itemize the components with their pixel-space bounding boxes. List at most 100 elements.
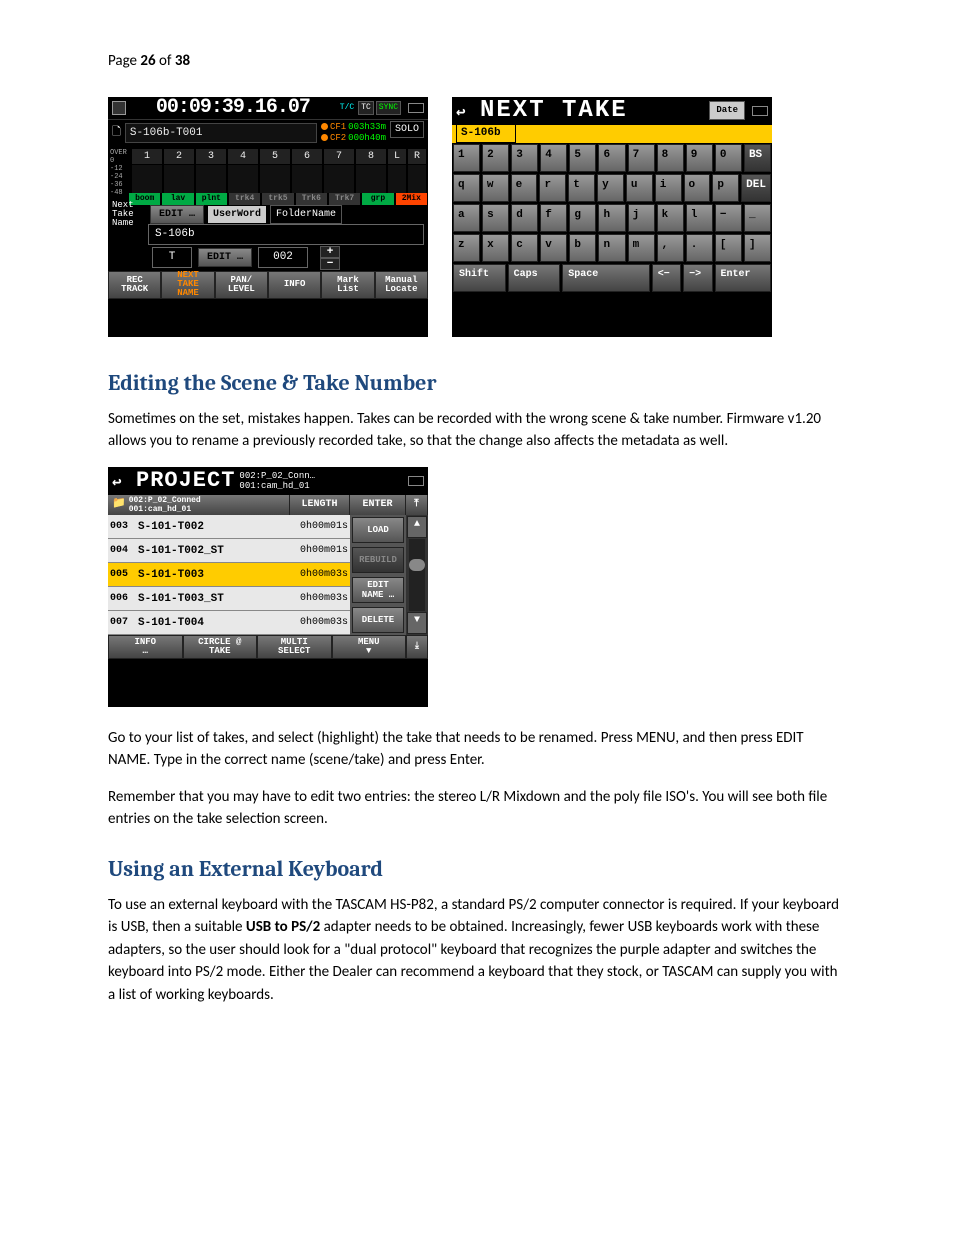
side-button-delete[interactable]: DELETE	[352, 607, 404, 633]
back-icon[interactable]: ↩	[456, 101, 476, 121]
key-w[interactable]: w	[482, 174, 509, 202]
back-icon[interactable]: ↩	[112, 471, 132, 491]
key-k[interactable]: k	[657, 204, 684, 232]
key-[interactable]: −>	[683, 264, 712, 292]
key-h[interactable]: h	[598, 204, 625, 232]
key-i[interactable]: i	[655, 174, 682, 202]
ch-label[interactable]: 5	[260, 149, 290, 164]
key-1[interactable]: 1	[453, 144, 480, 172]
scroll-track[interactable]	[409, 539, 425, 611]
name-field[interactable]: S-106b	[148, 224, 424, 245]
key-4[interactable]: 4	[540, 144, 567, 172]
key-bs[interactable]: BS	[744, 144, 771, 172]
key-q[interactable]: q	[453, 174, 480, 202]
key-n[interactable]: n	[598, 234, 625, 262]
prefix-field[interactable]: T	[152, 247, 192, 268]
key-o[interactable]: o	[684, 174, 711, 202]
key-b[interactable]: b	[569, 234, 596, 262]
folder-icon[interactable]: 📁 002:P_02_Conned 001:cam_hd_01	[108, 495, 290, 515]
track-name[interactable]: lav	[162, 193, 193, 205]
key-[interactable]: <−	[652, 264, 681, 292]
key-8[interactable]: 8	[657, 144, 684, 172]
take-row[interactable]: 004S-101-T002_ST0h00m01s	[108, 539, 350, 563]
key-j[interactable]: j	[628, 204, 655, 232]
track-name[interactable]: trk5	[262, 193, 293, 205]
track-name[interactable]: grp	[362, 193, 393, 205]
userword-button[interactable]: UserWord	[208, 206, 266, 223]
key-s[interactable]: s	[482, 204, 509, 232]
key-enter[interactable]: Enter	[715, 264, 771, 292]
ch-label[interactable]: 4	[228, 149, 258, 164]
key-[[interactable]: [	[715, 234, 742, 262]
ch-label[interactable]: 6	[292, 149, 322, 164]
track-name[interactable]: trk4	[229, 193, 260, 205]
key-shift[interactable]: Shift	[453, 264, 506, 292]
circle-take-button[interactable]: CIRCLE @ TAKE	[183, 635, 258, 659]
key-t[interactable]: t	[568, 174, 595, 202]
key-space[interactable]: Space	[562, 264, 649, 292]
rec-track-button[interactable]: REC TRACK	[108, 271, 161, 299]
key-.[interactable]: .	[686, 234, 713, 262]
stop-icon[interactable]	[112, 101, 126, 115]
key-v[interactable]: v	[540, 234, 567, 262]
info-button[interactable]: INFO	[268, 271, 321, 299]
key-del[interactable]: DEL	[741, 174, 771, 202]
key-c[interactable]: c	[511, 234, 538, 262]
next-take-name-button[interactable]: NEXT TAKE NAME	[161, 271, 214, 299]
take-number-field[interactable]: 002	[258, 247, 308, 268]
key-2[interactable]: 2	[482, 144, 509, 172]
track-name[interactable]: Trk6	[296, 193, 327, 205]
key-0[interactable]: 0	[715, 144, 742, 172]
mark-list-button[interactable]: Mark List	[321, 271, 374, 299]
key-6[interactable]: 6	[598, 144, 625, 172]
track-name[interactable]: plnt	[196, 193, 227, 205]
take-row[interactable]: 006S-101-T003_ST0h00m03s	[108, 587, 350, 611]
key-caps[interactable]: Caps	[508, 264, 561, 292]
multi-select-button[interactable]: MULTI SELECT	[257, 635, 332, 659]
ch-label[interactable]: L	[388, 149, 406, 164]
key-x[interactable]: x	[482, 234, 509, 262]
scroll-thumb[interactable]	[409, 559, 425, 571]
menu-button[interactable]: MENU ▼	[332, 635, 407, 659]
side-button-editname[interactable]: EDIT NAME …	[352, 577, 404, 603]
scrollbar[interactable]: ▲ ▼	[406, 515, 428, 635]
foldername-button[interactable]: FolderName	[270, 205, 342, 224]
info-button[interactable]: INFO …	[108, 635, 183, 659]
manual-locate-button[interactable]: Manual Locate	[375, 271, 428, 299]
key-u[interactable]: u	[626, 174, 653, 202]
scroll-top-icon[interactable]: ⤒	[406, 495, 428, 515]
edit-button[interactable]: EDIT …	[150, 205, 204, 224]
key-f[interactable]: f	[540, 204, 567, 232]
scroll-up-icon[interactable]: ▲	[407, 516, 427, 538]
take-row[interactable]: 005S-101-T0030h00m03s	[108, 563, 350, 587]
scroll-down-icon[interactable]: ▼	[407, 612, 427, 634]
key-3[interactable]: 3	[511, 144, 538, 172]
key-e[interactable]: e	[511, 174, 538, 202]
track-name[interactable]: Trk7	[329, 193, 360, 205]
key-y[interactable]: y	[597, 174, 624, 202]
ch-label[interactable]: 7	[324, 149, 354, 164]
ch-label[interactable]: 1	[132, 149, 162, 164]
key-−[interactable]: −	[715, 204, 742, 232]
ch-label[interactable]: 2	[164, 149, 194, 164]
key-_[interactable]: _	[744, 204, 771, 232]
key-g[interactable]: g	[569, 204, 596, 232]
key-,[interactable]: ,	[657, 234, 684, 262]
key-9[interactable]: 9	[686, 144, 713, 172]
ch-label[interactable]: 3	[196, 149, 226, 164]
current-file-name[interactable]: S-106b-T001	[125, 123, 317, 144]
take-row[interactable]: 007S-101-T0040h00m03s	[108, 611, 350, 635]
side-button-load[interactable]: LOAD	[352, 517, 404, 543]
increment-button[interactable]: +	[320, 246, 340, 258]
key-][interactable]: ]	[744, 234, 771, 262]
decrement-button[interactable]: −	[320, 258, 340, 270]
key-5[interactable]: 5	[569, 144, 596, 172]
edit-button-2[interactable]: EDIT …	[198, 248, 252, 267]
scroll-bottom-icon[interactable]: ⤓	[406, 635, 428, 659]
date-button[interactable]: Date	[709, 101, 745, 121]
key-l[interactable]: l	[686, 204, 713, 232]
text-entry-field[interactable]: S-106b	[456, 124, 516, 143]
key-z[interactable]: z	[453, 234, 480, 262]
key-a[interactable]: a	[453, 204, 480, 232]
pan-level-button[interactable]: PAN/ LEVEL	[215, 271, 268, 299]
